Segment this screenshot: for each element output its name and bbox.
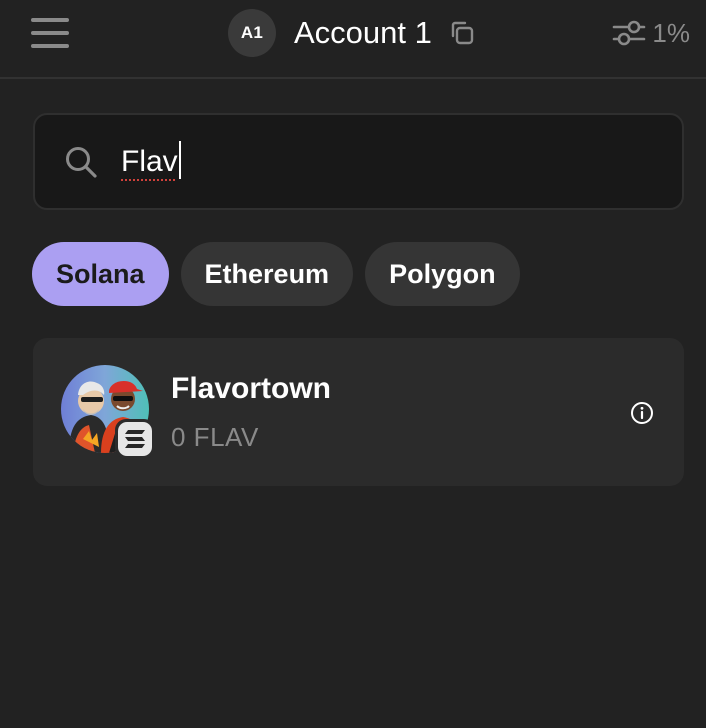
token-search-input[interactable]: Flav [33,113,684,210]
account-name: Account 1 [294,15,432,50]
copy-icon[interactable] [449,20,475,46]
chip-solana[interactable]: Solana [32,242,169,306]
token-list-item[interactable]: Flavortown 0 FLAV [33,338,684,486]
chain-filter: Solana Ethereum Polygon [32,242,520,306]
hamburger-menu-icon[interactable] [30,16,70,50]
search-icon [66,146,97,178]
chip-ethereum[interactable]: Ethereum [180,242,354,306]
token-balance: 0 FLAV [171,422,259,452]
sliders-icon [613,20,646,46]
search-value: Flav [121,144,178,178]
header: A1 Account 1 1% [0,0,706,79]
app-root: A1 Account 1 1% Flav Solana Ethereum Pol… [0,0,706,728]
slippage-settings[interactable]: 1% [612,15,690,51]
text-caret [178,140,181,179]
info-icon[interactable] [630,401,654,425]
solana-chain-badge [115,419,155,459]
solana-icon [118,422,152,456]
token-name: Flavortown [171,372,332,405]
slippage-value: 1% [652,17,690,48]
token-avatar [61,365,155,459]
account-switcher[interactable]: A1 Account 1 [228,8,475,58]
account-avatar: A1 [228,9,276,57]
chip-polygon[interactable]: Polygon [365,242,520,306]
